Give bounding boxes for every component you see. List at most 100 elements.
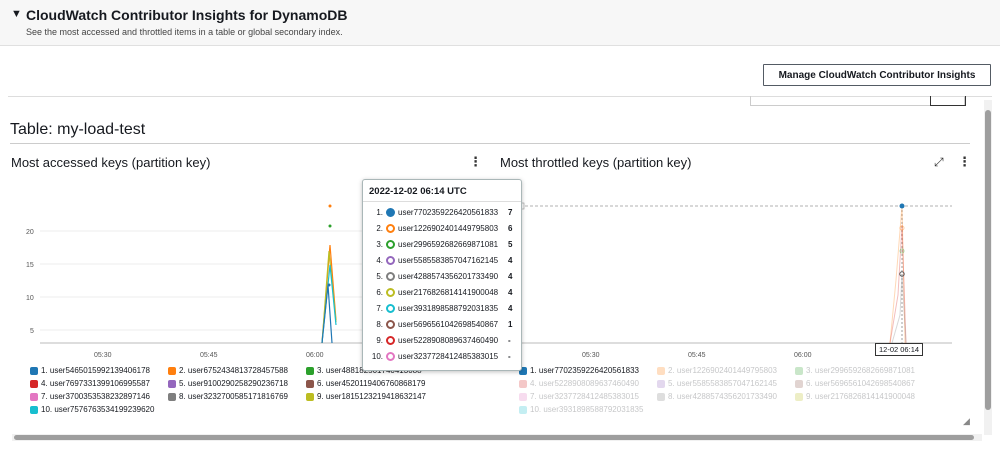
legend-label: 2. user1226902401449795803 [668,366,777,375]
section-title: CloudWatch Contributor Insights for Dyna… [26,7,348,23]
point-2 [328,204,332,208]
legend-label: 7. user3700353538232897146 [41,392,150,401]
x-tick-0545: 05:45 [200,352,218,359]
legend-item[interactable]: 7. user3700353538232897146 [30,392,150,401]
legend-label: 10. user7576763534199239620 [41,405,155,414]
series-marker-icon [386,319,395,329]
section-description: See the most accessed and throttled item… [26,27,343,37]
tooltip-row: 10. user3237728412485383015- [371,351,511,361]
legend-label: 1. user5465015992139406178 [41,366,150,375]
fullscreen-icon[interactable]: ⤢ [934,155,944,170]
tooltip-row: 2. user1226902401449795803 6 [376,223,513,233]
series-marker-icon [386,271,395,281]
legend-item[interactable]: 7. user3237728412485383015 [519,392,639,401]
scrollbar-thumb[interactable] [985,110,991,410]
legend-label: 6. user5696561042698540867 [806,379,915,388]
tooltip-row: 4. user5585583857047162145 4 [376,255,513,265]
series-marker-icon [386,239,395,249]
point-1 [327,283,331,287]
swatch-icon [519,405,527,414]
legend-item[interactable]: 4. user5228908089637460490 [519,379,639,388]
tooltip-row: 8. user5696561042698540867 1 [376,319,513,329]
legend-label: 10. user3931898588792031835 [530,405,644,414]
swatch-icon [30,379,38,388]
series-marker-icon [386,223,395,233]
swatch-icon [168,392,176,401]
vertical-scrollbar[interactable] [984,100,992,435]
most-accessed-keys-title: Most accessed keys (partition key) [11,155,211,170]
legend-item[interactable]: 5. user9100290258290236718 [168,379,288,388]
y-tick-20: 20 [26,229,34,236]
legend-item[interactable]: 6. user4520119406760868179 [306,379,425,388]
legend-item[interactable]: 2. user1226902401449795803 [657,366,777,375]
most-throttled-keys-chart: 05:30 05:45 06:00 [519,202,952,359]
series-marker-icon [386,207,395,217]
manage-contributor-insights-button[interactable]: Manage CloudWatch Contributor Insights [763,64,991,86]
series-marker-icon [386,287,395,297]
tooltip-row: 5. user4288574356201733490 4 [376,271,513,281]
tooltip-row: 7. user3931898588792031835 4 [376,303,513,313]
legend-item[interactable]: 1. user7702359226420561833 [519,366,639,375]
left-chart-menu-icon[interactable]: ⋮ [469,155,482,168]
legend-label: 9. user1815123219418632147 [317,392,426,401]
legend-item[interactable]: 5. user5585583857047162145 [657,379,777,388]
legend-label: 9. user2176826814141900048 [806,392,915,401]
divider [10,143,970,144]
swatch-icon [168,366,176,375]
swatch-icon [795,366,803,375]
x-tick-0530: 05:30 [582,352,600,359]
x-tick-0530: 05:30 [94,352,112,359]
horizontal-scrollbar[interactable] [12,434,982,441]
right-chart-menu-icon[interactable]: ⋮ [958,155,971,168]
table-title: Table: my-load-test [10,121,146,138]
resize-handle-icon[interactable]: ◢ [963,416,970,427]
legend-item[interactable]: 6. user5696561042698540867 [795,379,915,388]
scrollbar-thumb[interactable] [14,435,974,440]
legend-item[interactable]: 9. user1815123219418632147 [306,392,426,401]
legend-item[interactable]: 1. user5465015992139406178 [30,366,150,375]
swatch-icon [30,366,38,375]
y-tick-10: 10 [26,295,34,302]
legend-item[interactable]: 2. user6752434813728457588 [168,366,288,375]
legend-label: 7. user3237728412485383015 [530,392,639,401]
swatch-icon [30,392,38,401]
tooltip-row: 3. user2996592682669871081 5 [376,239,513,249]
x-tick-0600: 06:00 [306,352,324,359]
series-marker-icon [386,335,395,345]
swatch-icon [657,366,665,375]
x-tick-0600: 06:00 [794,352,812,359]
chart-tooltip: 2022-12-02 06:14 UTC 1. user7702359226420… [362,179,522,371]
legend-item[interactable]: 10. user3931898588792031835 [519,405,643,414]
legend-label: 6. user4520119406760868179 [317,379,426,388]
collapse-caret-icon[interactable]: ▼ [11,8,22,20]
swatch-icon [795,392,803,401]
legend-item[interactable]: 4. user7697331399106995587 [30,379,150,388]
most-throttled-keys-title: Most throttled keys (partition key) [500,155,692,170]
legend-label: 4. user7697331399106995587 [41,379,150,388]
legend-item[interactable]: 10. user7576763534199239620 [30,405,154,414]
section-header: ▼ CloudWatch Contributor Insights for Dy… [0,0,1000,46]
swatch-icon [306,379,314,388]
swatch-icon [168,379,176,388]
divider [363,201,521,202]
swatch-icon [30,405,38,414]
tooltip-row: 9. user5228908089637460490- [376,335,511,345]
hover-date-tag: 12-02 06:14 [875,343,924,356]
legend-label: 5. user5585583857047162145 [668,379,777,388]
legend-label: 1. user7702359226420561833 [530,366,639,375]
series-marker-icon [386,255,395,265]
legend-label: 2. user6752434813728457588 [179,366,288,375]
legend-label: 8. user3232700585171816769 [179,392,288,401]
x-tick-0545: 05:45 [688,352,706,359]
tooltip-row: 1. user7702359226420561833 7 [376,207,513,217]
legend-item[interactable]: 8. user3232700585171816769 [168,392,288,401]
legend-item[interactable]: 3. user2996592682669871081 [795,366,915,375]
filter-button-edge[interactable] [930,96,966,106]
legend-item[interactable]: 8. user4288574356201733490 [657,392,777,401]
series-marker-icon [386,351,395,361]
swatch-icon [519,392,527,401]
legend-item[interactable]: 9. user2176826814141900048 [795,392,915,401]
tooltip-row: 6. user2176826814141900048 4 [376,287,513,297]
swatch-icon [306,366,314,375]
swatch-icon [657,392,665,401]
